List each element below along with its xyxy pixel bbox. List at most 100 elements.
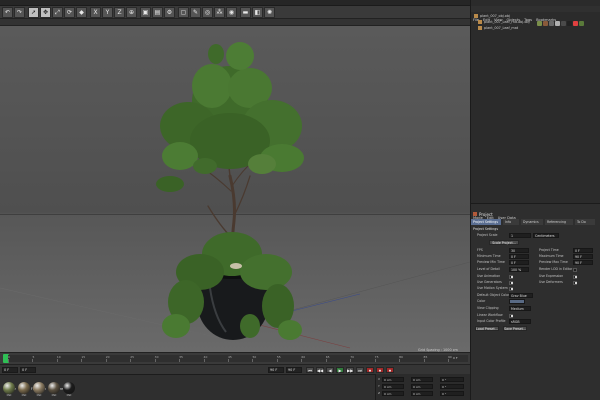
timeline-tick <box>81 359 83 362</box>
use-generators-checkbox[interactable] <box>509 280 513 285</box>
default-color-dropdown[interactable]: Gray Blue <box>509 293 533 298</box>
use-motion-checkbox[interactable] <box>509 286 513 291</box>
previous-frame-button[interactable]: ◀ <box>326 367 334 373</box>
perspective-viewport[interactable]: Grid Spacing : 1000 cm <box>0 26 470 352</box>
auto-key-button[interactable]: ⏺ <box>376 367 384 373</box>
record-button[interactable]: ⏺ <box>366 367 374 373</box>
move-button[interactable]: ✥ <box>40 7 51 18</box>
tab-info[interactable]: Info <box>503 219 519 225</box>
go-to-start-button[interactable]: ⏮ <box>306 367 314 373</box>
max-frame-field[interactable]: 90 F <box>286 367 302 373</box>
tab-to-do[interactable]: To Do <box>575 219 595 225</box>
render-picture-viewer-icon: ▤ <box>154 9 161 16</box>
position-y-field[interactable]: 0 cm <box>382 384 404 389</box>
use-expression-checkbox[interactable] <box>573 274 577 279</box>
project-time-field[interactable]: 0 F <box>573 248 593 253</box>
render-lod-label: Render LOD in Editor <box>539 267 573 271</box>
preview-min-field[interactable]: 0 F <box>509 260 529 265</box>
previous-key-button[interactable]: ◀◀ <box>316 367 324 373</box>
material-item[interactable]: Mat <box>48 382 60 397</box>
project-time-label: Project Time <box>539 248 559 252</box>
tab-dynamics[interactable]: Dynamics <box>521 219 543 225</box>
rotate-icon: ⟳ <box>66 9 73 16</box>
use-deformers-checkbox[interactable] <box>573 280 577 285</box>
material-tag-icon[interactable] <box>537 21 542 26</box>
cube-icon: ▢ <box>180 9 187 16</box>
keyframe-selection-button[interactable]: ⏺ <box>386 367 394 373</box>
rotation-x-field[interactable]: 0 ° <box>440 377 464 382</box>
material-item[interactable]: Mat <box>18 382 30 397</box>
material-tag-icon[interactable] <box>549 21 554 26</box>
position-z-field[interactable]: 0 cm <box>382 391 404 396</box>
material-tag-icon[interactable] <box>567 21 572 26</box>
material-item[interactable]: Mat <box>3 382 15 397</box>
lod-field[interactable]: 100 % <box>509 267 529 272</box>
material-tag-icon[interactable] <box>579 21 584 26</box>
render-view-button[interactable]: ▣ <box>140 7 151 18</box>
camera-button[interactable]: ◧ <box>252 7 263 18</box>
preview-max-field[interactable]: 90 F <box>573 260 593 265</box>
load-preset-button[interactable]: Load Preset... <box>475 326 499 331</box>
rotate-button[interactable]: ⟳ <box>64 7 75 18</box>
next-frame-button[interactable]: ▶▶ <box>346 367 354 373</box>
scale-icon: ⤢ <box>55 9 60 16</box>
light-button[interactable]: ✺ <box>264 7 275 18</box>
scale-button[interactable]: ⤢ <box>52 7 63 18</box>
timeline[interactable]: 0 5 10 15 20 25 30 35 40 45 50 55 60 65 70 75 80 85 90 0 F <box>0 352 470 364</box>
max-time-field[interactable]: 90 F <box>573 254 593 259</box>
material-tag-icon[interactable] <box>555 21 560 26</box>
size-z-field[interactable]: 0 cm <box>411 391 433 396</box>
material-tag-icon[interactable] <box>573 21 578 26</box>
start-frame-field[interactable]: 0 F <box>2 367 18 373</box>
pen-button[interactable]: ✎ <box>190 7 201 18</box>
end-frame-field[interactable]: 90 F <box>268 367 284 373</box>
deformer-icon: ◉ <box>228 9 235 16</box>
render-settings-button[interactable]: ⚙ <box>164 7 175 18</box>
tab-referencing[interactable]: Referencing <box>545 219 573 225</box>
save-preset-button[interactable]: Save Preset... <box>503 326 527 331</box>
position-x-field[interactable]: 0 cm <box>382 377 404 382</box>
z-axis-button[interactable]: Z <box>114 7 125 18</box>
material-item[interactable]: Mat <box>33 382 45 397</box>
use-expression-label: Use Expression <box>539 274 564 278</box>
undo-button[interactable]: ↶ <box>2 7 13 18</box>
timeline-tick <box>301 359 303 362</box>
tab-project-settings[interactable]: Project Settings <box>471 219 501 225</box>
rotation-z-field[interactable]: 0 ° <box>440 391 464 396</box>
min-time-field[interactable]: 0 F <box>509 254 529 259</box>
color-swatch[interactable] <box>509 299 525 304</box>
redo-button[interactable]: ↷ <box>14 7 25 18</box>
current-frame-field[interactable]: 0 F <box>20 367 36 373</box>
size-y-field[interactable]: 0 cm <box>411 384 433 389</box>
deformer-button[interactable]: ◉ <box>226 7 237 18</box>
fps-field[interactable]: 30 <box>509 248 529 253</box>
project-scale-unit-dropdown[interactable]: Centimeters <box>533 233 559 238</box>
linear-workflow-checkbox[interactable] <box>509 313 513 318</box>
coordinate-system-button[interactable]: ⊕ <box>126 7 137 18</box>
live-select-button[interactable]: ➚ <box>28 7 39 18</box>
object-row[interactable]: plant_007_obj.obj <box>474 14 599 19</box>
material-tag-icon[interactable] <box>561 21 566 26</box>
last-tool-button[interactable]: ◆ <box>76 7 87 18</box>
subdivision-button[interactable]: ◎ <box>202 7 213 18</box>
timeline-ruler[interactable]: 0 5 10 15 20 25 30 35 40 45 50 55 60 65 70 75 80 85 90 <box>8 355 468 362</box>
use-animation-checkbox[interactable] <box>509 274 513 279</box>
x-axis-button[interactable]: X <box>90 7 101 18</box>
rotation-y-field[interactable]: 0 ° <box>440 384 464 389</box>
render-lod-checkbox[interactable] <box>573 267 577 272</box>
cube-button[interactable]: ▢ <box>178 7 189 18</box>
material-tag-icon[interactable] <box>543 21 548 26</box>
input-color-dropdown[interactable]: sRGB <box>509 319 531 324</box>
y-axis-button[interactable]: Y <box>102 7 113 18</box>
project-scale-field[interactable]: 1 <box>509 233 531 238</box>
floor-button[interactable]: ▬ <box>240 7 251 18</box>
next-key-button[interactable]: ⏭ <box>356 367 364 373</box>
size-x-field[interactable]: 0 cm <box>411 377 433 382</box>
render-picture-viewer-button[interactable]: ▤ <box>152 7 163 18</box>
view-clipping-dropdown[interactable]: Medium <box>509 306 531 311</box>
play-button[interactable]: ▶ <box>336 367 344 373</box>
array-button[interactable]: ⁂ <box>214 7 225 18</box>
material-item[interactable]: Mat <box>63 382 75 397</box>
object-name: plant_007_Leaf_mat <box>484 26 519 30</box>
scale-project-button[interactable]: Scale Project... <box>489 240 519 245</box>
